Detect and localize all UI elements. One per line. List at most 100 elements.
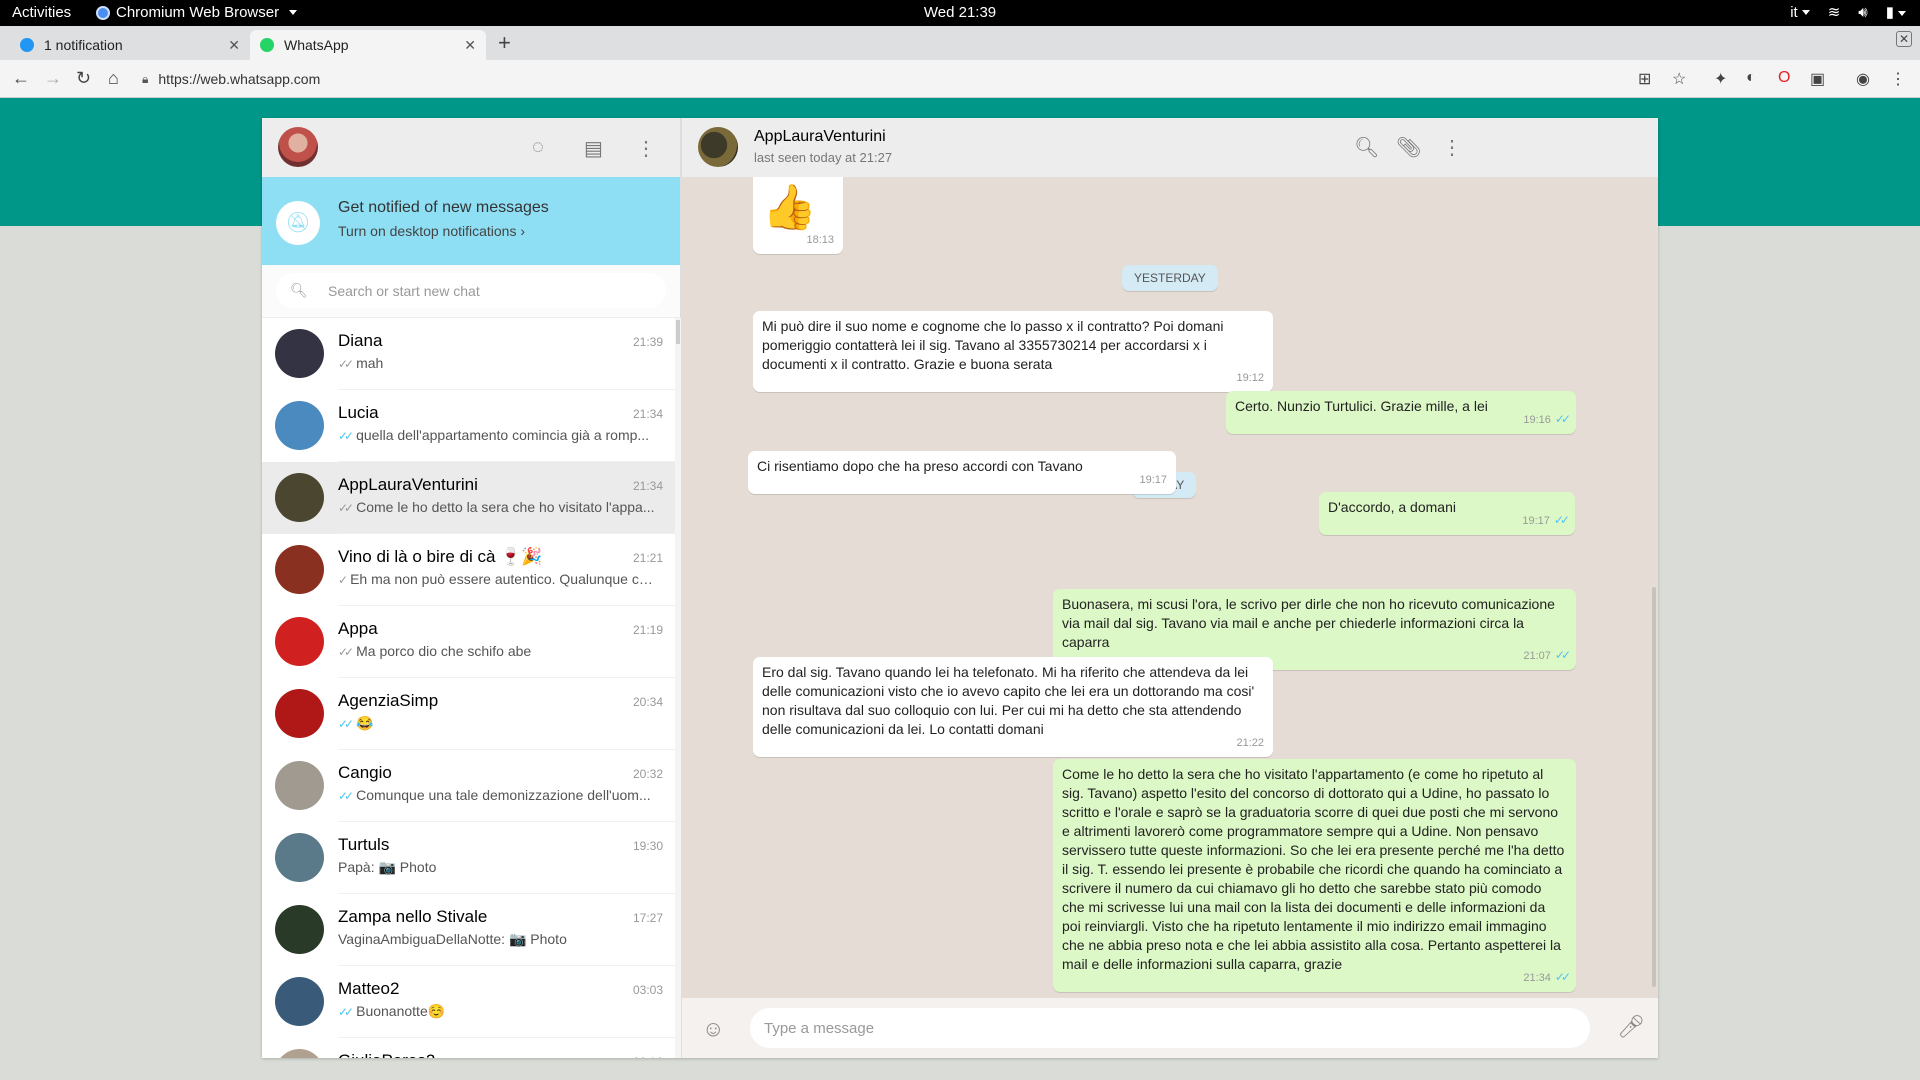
language-indicator[interactable]: it — [1790, 4, 1810, 21]
avatar[interactable] — [275, 329, 324, 378]
profile-icon[interactable]: ◉ — [1856, 69, 1870, 89]
chat-name: AgenziaSimp — [338, 691, 439, 710]
search-icon[interactable]: 🔍︎ — [1354, 135, 1379, 160]
outgoing-message[interactable]: Certo. Nunzio Turtulici. Grazie mille, a… — [1226, 391, 1576, 434]
avatar[interactable] — [275, 977, 324, 1026]
status-icon[interactable]: ◌ — [532, 136, 544, 159]
avatar[interactable] — [275, 761, 324, 810]
chat-list-item[interactable]: Zampa nello Stivale 17:27 VaginaAmbiguaDel… — [262, 894, 675, 966]
chat-preview-text: quella dell'appartamento comincia già a … — [356, 427, 650, 443]
battery-icon[interactable]: ▮ — [1886, 3, 1906, 21]
message-text: Buonasera, mi scusi l'ora, le scrivo per… — [1062, 596, 1555, 650]
translate-icon[interactable]: ⊞ — [1638, 69, 1651, 89]
close-icon[interactable]: ✕ — [464, 37, 476, 54]
avatar[interactable] — [275, 1049, 324, 1058]
avatar[interactable] — [275, 689, 324, 738]
avatar[interactable] — [275, 545, 324, 594]
extension-icon[interactable]: ◐ — [1746, 69, 1756, 87]
outgoing-message[interactable]: D'accordo, a domani 19:17 ✓✓ — [1319, 492, 1575, 535]
chat-time: 20:34 — [632, 695, 663, 709]
scrollbar-thumb[interactable] — [676, 320, 680, 344]
system-clock[interactable]: Wed 21:39 — [924, 4, 996, 21]
app-menu[interactable]: Chromium Web Browser — [96, 4, 298, 21]
chat-list-item[interactable]: Matteo2 03:03 ✓✓ Buonanotte☺️ — [262, 966, 675, 1038]
avatar[interactable] — [275, 617, 324, 666]
chat-list-item[interactable]: Lucia 21:34 ✓✓ quella dell'appartamento com… — [262, 390, 675, 462]
home-icon[interactable]: ⌂ — [108, 68, 119, 89]
opera-icon[interactable]: O — [1778, 69, 1790, 87]
avatar[interactable] — [275, 473, 324, 522]
search-input[interactable] — [328, 282, 658, 299]
conversation-header[interactable]: AppLauraVenturini last seen today at 21:… — [681, 118, 1658, 177]
whatsapp-app: ◌ ▤ ⋮ 🔕︎ Get notified of new messages Tu… — [262, 118, 1658, 1058]
chat-name: Matteo2 — [338, 979, 400, 998]
chat-list-item[interactable]: Cangio 20:32 ✓✓ Comunque una tale demonizza… — [262, 750, 675, 822]
star-icon[interactable]: ☆ — [1672, 69, 1686, 89]
last-seen-status: last seen today at 21:27 — [754, 150, 893, 165]
incoming-message[interactable]: 👍 18:13 — [753, 177, 843, 254]
wifi-icon[interactable]: ≋ — [1828, 3, 1841, 21]
message-time: 19:17 — [1522, 515, 1550, 527]
new-chat-icon[interactable]: ▤ — [584, 136, 603, 161]
address-bar[interactable]: 🔒︎ https://web.whatsapp.com — [142, 65, 1662, 93]
new-tab-button[interactable]: + — [498, 30, 511, 56]
whatsapp-favicon-icon — [260, 38, 274, 52]
notification-title: Get notified of new messages — [338, 199, 549, 216]
reload-icon[interactable]: ↻ — [76, 68, 91, 89]
avatar[interactable] — [278, 127, 318, 167]
avatar[interactable] — [698, 127, 738, 167]
message-meta: 18:13 — [806, 231, 834, 250]
chat-list-item[interactable]: Turtuls 19:30 Papà: 📷 Photo — [262, 822, 675, 894]
chevron-down-icon — [1898, 10, 1906, 16]
chat-list-item[interactable]: AppLauraVenturini 21:34 ✓✓ Come le ho detto… — [262, 462, 675, 534]
emoji-icon[interactable]: ☺ — [702, 1016, 724, 1042]
incoming-message[interactable]: Ci risentiamo dopo che ha preso accordi … — [748, 451, 1176, 494]
tab-whatsapp[interactable]: WhatsApp ✕ — [250, 30, 486, 60]
chat-list-item[interactable]: GiuliaPeres2 00:16 — [262, 1038, 675, 1058]
menu-icon[interactable]: ⋮ — [1442, 135, 1462, 160]
message-time: 21:07 — [1523, 650, 1551, 662]
sidebar: ◌ ▤ ⋮ 🔕︎ Get notified of new messages Tu… — [262, 118, 681, 1058]
chat-preview: VaginaAmbiguaDellaNotte: 📷 Photo — [338, 931, 658, 948]
extension-icon[interactable]: ✦ — [1714, 69, 1727, 89]
scrollbar[interactable] — [1650, 177, 1658, 998]
contact-name[interactable]: AppLauraVenturini — [754, 128, 886, 146]
chat-list-item[interactable]: AgenziaSimp 20:34 ✓✓ 😂 — [262, 678, 675, 750]
chat-list-item[interactable]: Diana 21:39 ✓✓ mah — [262, 318, 675, 390]
forward-icon[interactable]: → — [44, 68, 62, 89]
avatar[interactable] — [275, 905, 324, 954]
menu-icon[interactable]: ⋮ — [636, 136, 656, 161]
chat-preview: ✓✓ 😂 — [338, 715, 658, 732]
double-check-icon: ✓✓ — [338, 645, 354, 659]
incoming-message[interactable]: Mi può dire il suo nome e cognome che lo… — [753, 311, 1273, 392]
chat-time: 21:21 — [632, 551, 663, 565]
activities-button[interactable]: Activities — [12, 4, 71, 21]
back-icon[interactable]: ← — [12, 68, 30, 89]
enable-notifications-link[interactable]: Turn on desktop notifications › — [338, 223, 525, 239]
chat-list-item[interactable]: Vino di là o bire di cà 🍷🎉 21:21 ✓ Eh ma no… — [262, 534, 675, 606]
tab-strip: 1 notification ✕ WhatsApp ✕ — [0, 26, 1920, 60]
menu-icon[interactable]: ⋮ — [1890, 69, 1906, 89]
scrollbar-thumb[interactable] — [1652, 587, 1656, 987]
chat-preview: Papà: 📷 Photo — [338, 859, 658, 876]
message-input[interactable] — [764, 1019, 1564, 1037]
outgoing-message[interactable]: Come le ho detto la sera che ho visitato… — [1053, 759, 1576, 992]
chat-list-item[interactable]: Appa 21:19 ✓✓ Ma porco dio che schifo abe — [262, 606, 675, 678]
bell-off-icon: 🔕︎ — [276, 201, 320, 245]
avatar[interactable] — [275, 833, 324, 882]
chat-preview-text: Comunque una tale demonizzazione dell'uo… — [356, 787, 651, 803]
volume-icon[interactable]: 🔊︎ — [1858, 4, 1867, 21]
extension-icon[interactable]: ▣ — [1810, 69, 1825, 89]
microphone-icon[interactable]: 🎤︎ — [1617, 1014, 1645, 1040]
window-close-button[interactable]: ✕ — [1896, 31, 1912, 47]
tab-title: WhatsApp — [284, 37, 349, 53]
close-icon[interactable]: ✕ — [228, 37, 240, 54]
notification-banner[interactable]: 🔕︎ Get notified of new messages Turn on … — [262, 177, 680, 265]
chat-name: Vino di là o bire di cà 🍷🎉 — [338, 547, 543, 566]
date-chip: YESTERDAY — [1122, 265, 1218, 291]
attach-icon[interactable]: 📎︎ — [1396, 135, 1421, 160]
avatar[interactable] — [275, 401, 324, 450]
tab-notification[interactable]: 1 notification ✕ — [10, 30, 250, 60]
chat-time: 21:39 — [632, 335, 663, 349]
incoming-message[interactable]: Ero dal sig. Tavano quando lei ha telefo… — [753, 657, 1273, 757]
